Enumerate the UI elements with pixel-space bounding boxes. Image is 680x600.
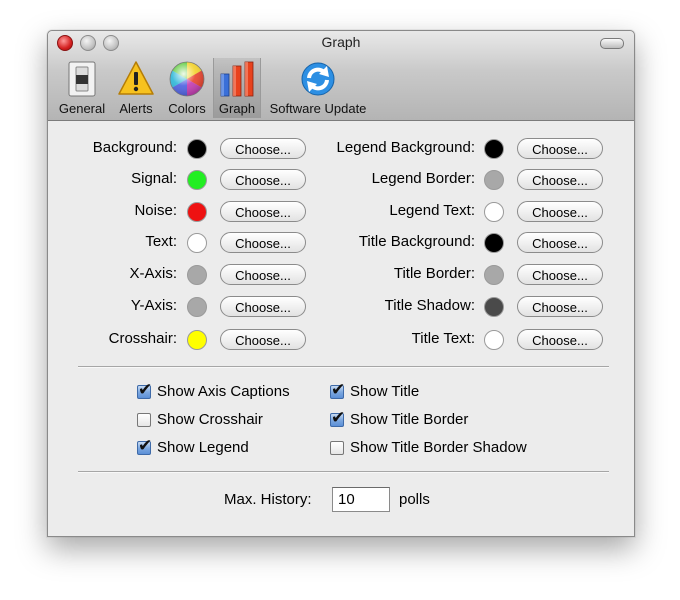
checkmark-icon: ✔	[331, 408, 346, 427]
bar-chart-icon	[220, 61, 254, 97]
y-axis-color-label: Y-Axis:	[130, 297, 177, 314]
checkmark-icon: ✔	[138, 436, 153, 455]
legend-border-color-label: Legend Border:	[371, 170, 475, 187]
checkbox-box[interactable]: ✔	[137, 380, 152, 399]
title-text-color-label: Title Text:	[411, 330, 475, 347]
x-axis-color-label: X-Axis:	[129, 265, 177, 282]
tab-graph-label: Graph	[218, 101, 256, 116]
checkbox-box[interactable]: ✔	[330, 408, 345, 427]
tab-general-label: General	[58, 101, 106, 116]
noise-color-label: Noise:	[134, 202, 177, 219]
toolbar-toggle-button[interactable]	[600, 38, 624, 49]
legend-border-choose-button[interactable]: Choose...	[517, 169, 603, 190]
separator	[78, 471, 609, 473]
checkmark-icon: ✔	[138, 380, 153, 399]
switch-icon	[68, 61, 96, 97]
tab-software-update-label: Software Update	[269, 101, 367, 116]
checkmark-icon: ✔	[331, 380, 346, 399]
title-shadow-color-label: Title Shadow:	[384, 297, 475, 314]
separator	[78, 366, 609, 368]
y-axis-choose-button[interactable]: Choose...	[220, 296, 306, 317]
show-title-border-shadow-label: Show Title Border Shadow	[350, 439, 527, 456]
color-wheel-icon	[169, 61, 205, 97]
show-title-border-label: Show Title Border	[350, 411, 469, 428]
max-history-unit: polls	[399, 491, 430, 508]
max-history-label: Max. History:	[224, 491, 312, 508]
title-border-choose-button[interactable]: Choose...	[517, 264, 603, 285]
legend-border-color-swatch	[484, 170, 504, 190]
tab-alerts-label: Alerts	[119, 101, 153, 116]
title-shadow-choose-button[interactable]: Choose...	[517, 296, 603, 317]
crosshair-choose-button[interactable]: Choose...	[220, 329, 306, 350]
title-bar: Graph General Alerts Colors Graph Softwa…	[48, 31, 634, 121]
title-background-color-swatch	[484, 233, 504, 253]
x-axis-color-swatch	[187, 265, 207, 285]
legend-text-color-swatch	[484, 202, 504, 222]
title-shadow-color-swatch	[484, 297, 504, 317]
text-color-label: Text:	[145, 233, 177, 250]
legend-text-choose-button[interactable]: Choose...	[517, 201, 603, 222]
text-choose-button[interactable]: Choose...	[220, 232, 306, 253]
tab-software-update[interactable]: Software Update	[262, 58, 374, 118]
noise-choose-button[interactable]: Choose...	[220, 201, 306, 222]
title-text-choose-button[interactable]: Choose...	[517, 329, 603, 350]
window-title: Graph	[321, 34, 361, 50]
show-axis-captions-label: Show Axis Captions	[157, 383, 290, 400]
background-color-label: Background:	[92, 139, 177, 156]
y-axis-color-swatch	[187, 297, 207, 317]
noise-color-swatch	[187, 202, 207, 222]
signal-choose-button[interactable]: Choose...	[220, 169, 306, 190]
refresh-icon	[301, 62, 335, 96]
show-legend-label: Show Legend	[157, 439, 249, 456]
preferences-window: Graph General Alerts Colors Graph Softwa…	[47, 30, 635, 537]
checkbox-box[interactable]	[330, 441, 344, 455]
tab-alerts[interactable]: Alerts	[111, 58, 161, 118]
warning-icon	[118, 61, 154, 95]
background-color-swatch	[187, 139, 207, 159]
tab-graph[interactable]: Graph	[213, 58, 261, 118]
legend-background-choose-button[interactable]: Choose...	[517, 138, 603, 159]
show-title-label: Show Title	[350, 383, 420, 400]
signal-color-swatch	[187, 170, 207, 190]
title-border-color-label: Title Border:	[393, 265, 475, 282]
background-choose-button[interactable]: Choose...	[220, 138, 306, 159]
tab-colors[interactable]: Colors	[162, 58, 212, 118]
text-color-swatch	[187, 233, 207, 253]
title-text-color-swatch	[484, 330, 504, 350]
x-axis-choose-button[interactable]: Choose...	[220, 264, 306, 285]
tab-general[interactable]: General	[54, 58, 110, 118]
checkbox-box[interactable]	[137, 413, 151, 427]
checkbox-box[interactable]: ✔	[330, 380, 345, 399]
crosshair-color-label: Crosshair:	[108, 330, 177, 347]
checkbox-box[interactable]: ✔	[137, 436, 152, 455]
show-crosshair-label: Show Crosshair	[157, 411, 263, 428]
tab-colors-label: Colors	[168, 101, 206, 116]
legend-background-color-swatch	[484, 139, 504, 159]
signal-color-label: Signal:	[131, 170, 177, 187]
title-background-choose-button[interactable]: Choose...	[517, 232, 603, 253]
title-border-color-swatch	[484, 265, 504, 285]
legend-background-color-label: Legend Background:	[336, 139, 475, 156]
max-history-input[interactable]	[332, 487, 390, 512]
crosshair-color-swatch	[187, 330, 207, 350]
title-background-color-label: Title Background:	[358, 233, 475, 250]
legend-text-color-label: Legend Text:	[389, 202, 475, 219]
